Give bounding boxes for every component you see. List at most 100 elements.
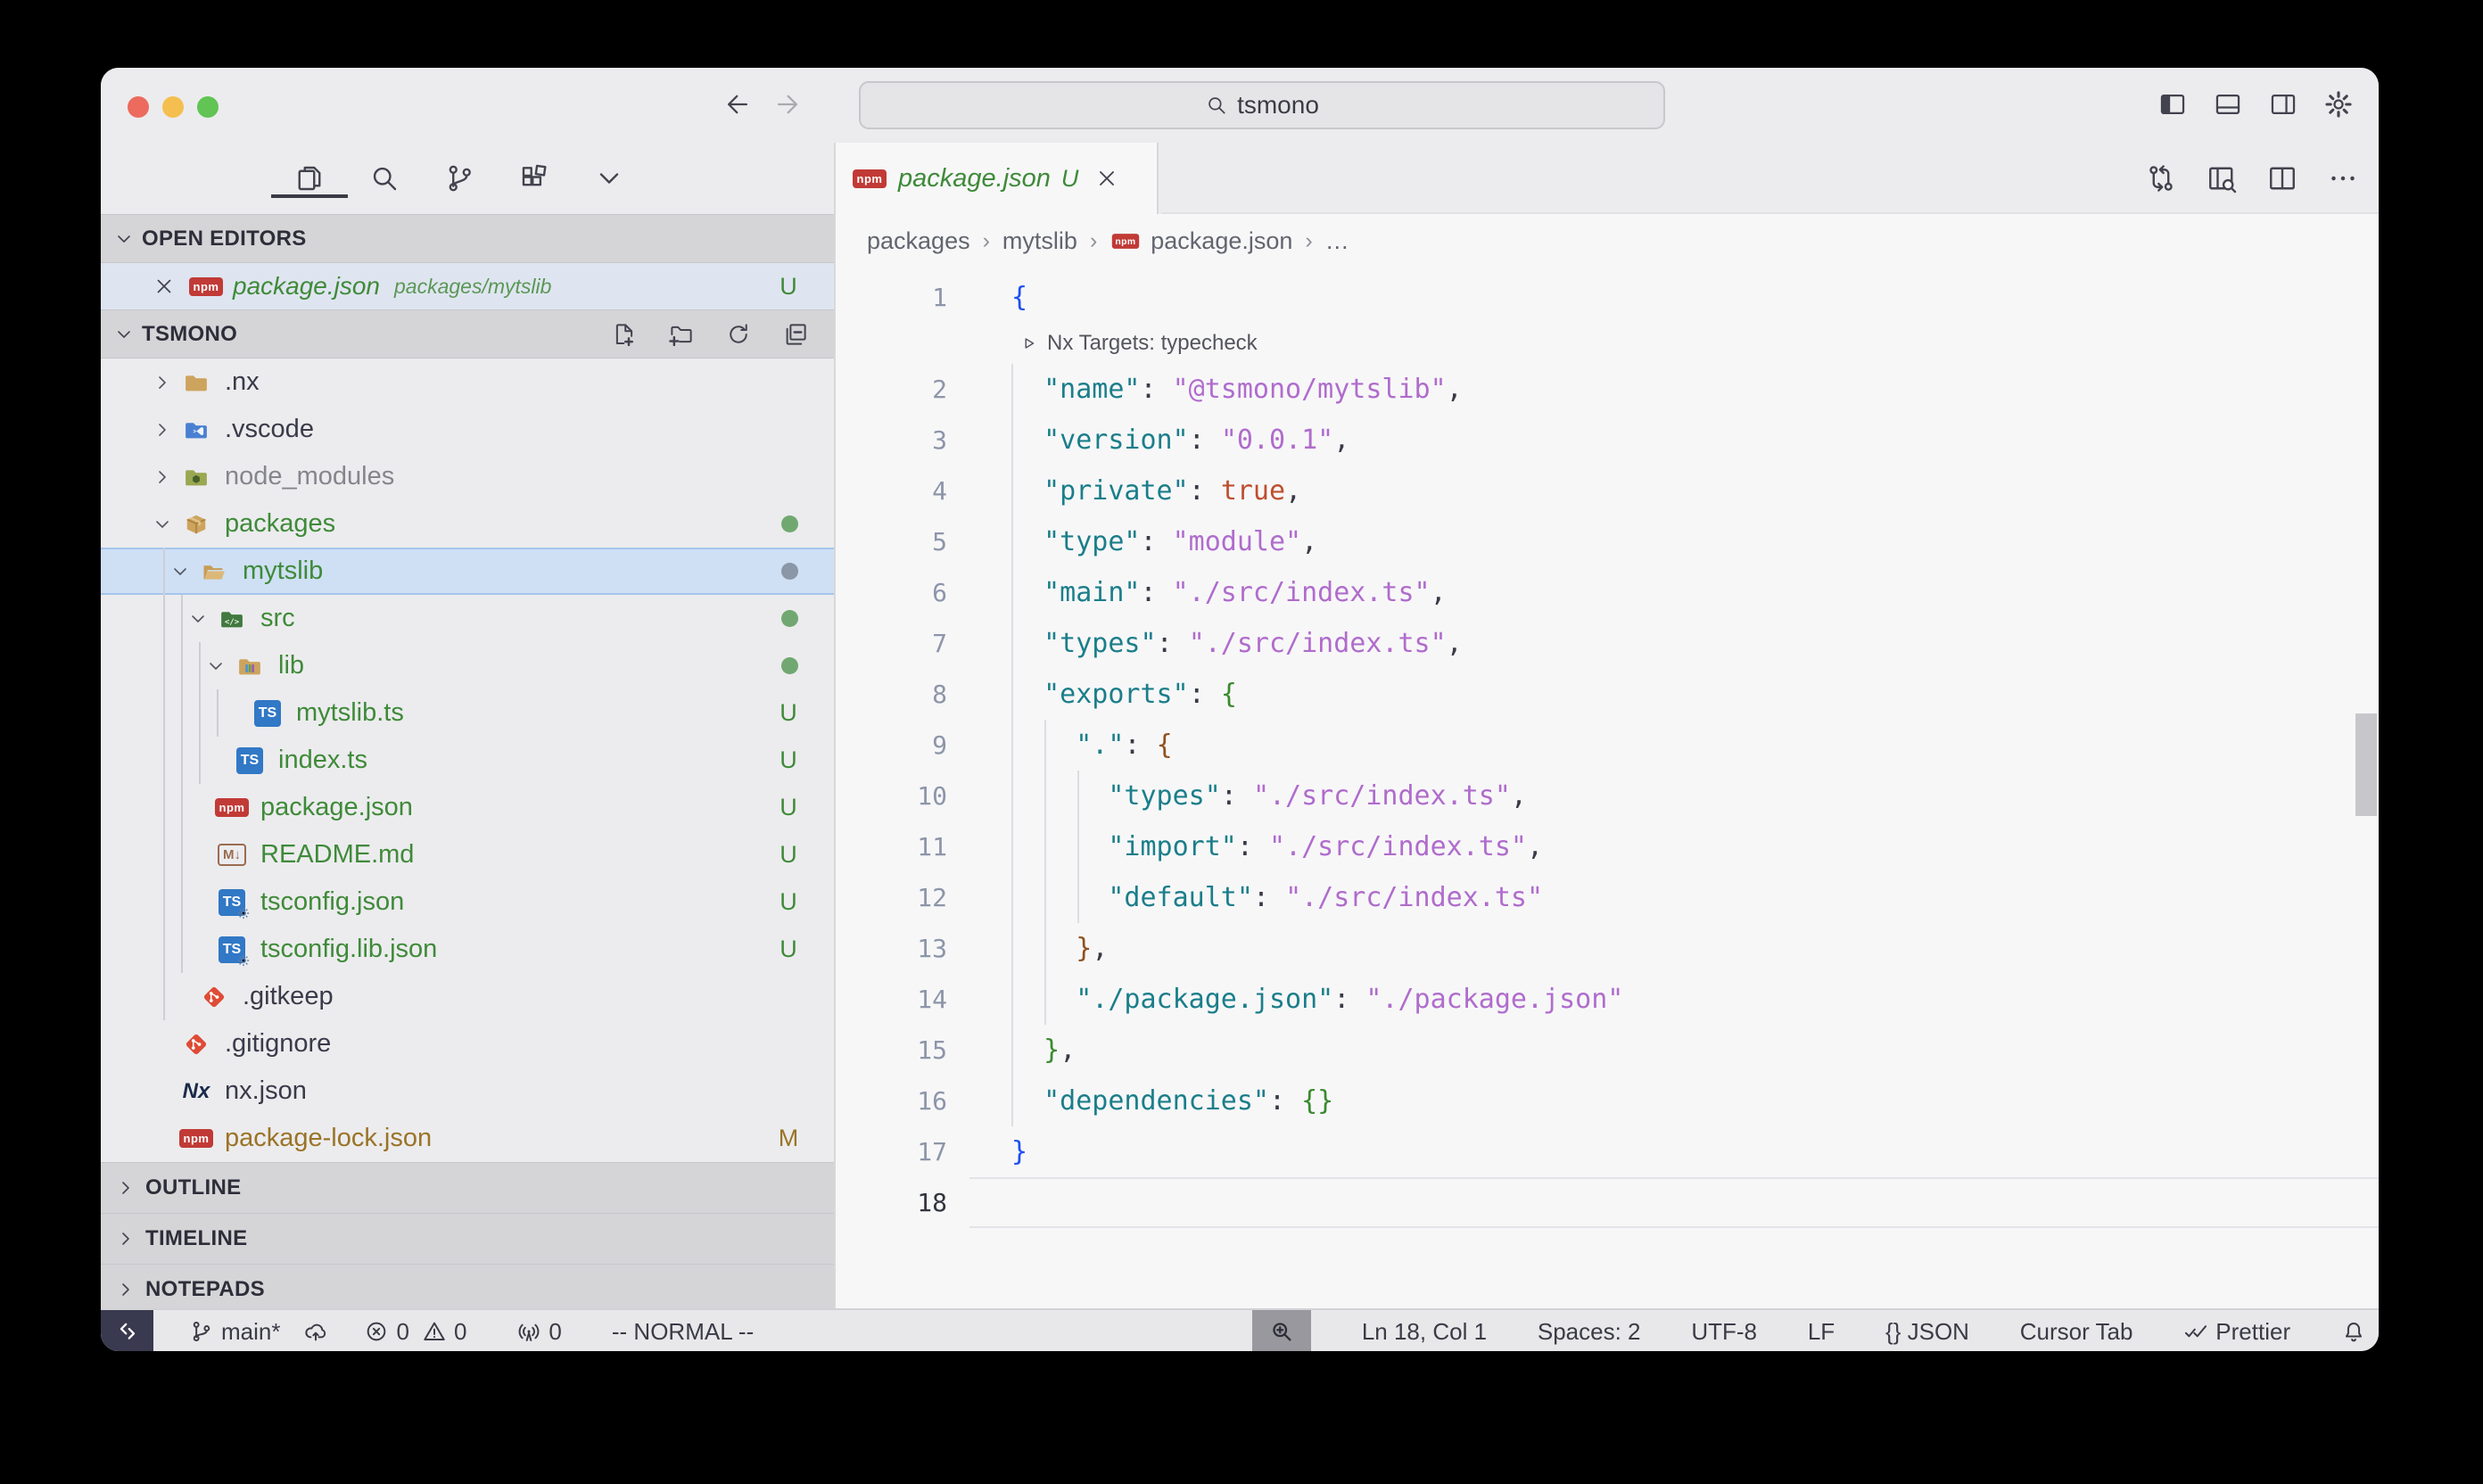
tree-item-src[interactable]: </>src	[101, 595, 834, 642]
breadcrumb-item[interactable]: mytslib	[1002, 227, 1077, 255]
minimize-window-button[interactable]	[162, 96, 184, 118]
tree-item-mytslib[interactable]: mytslib	[101, 548, 834, 595]
status-item-language-mode[interactable]: {} JSON	[1885, 1318, 1969, 1346]
compare-changes-icon[interactable]	[2145, 162, 2177, 194]
toggle-primary-sidebar-icon[interactable]	[2157, 89, 2188, 120]
workspace-title: TSMONO	[142, 322, 237, 347]
status-item-zoom-indicator[interactable]	[1252, 1310, 1311, 1351]
code-line-15[interactable]: 15 },	[836, 1025, 2379, 1076]
panel-outline[interactable]: OUTLINE	[101, 1162, 834, 1213]
activity-tab-explorer[interactable]	[292, 159, 327, 198]
tree-item-nx.json[interactable]: Nxnx.json	[101, 1068, 834, 1115]
tree-item-tsconfig.lib.json[interactable]: TStsconfig.lib.jsonU	[101, 926, 834, 973]
code-line-17[interactable]: 17}	[836, 1126, 2379, 1177]
status-warnings: 0	[454, 1318, 466, 1346]
editor-scrollbar[interactable]	[2355, 713, 2377, 816]
status-item-cursor-position[interactable]: Ln 18, Col 1	[1362, 1318, 1487, 1346]
status-item-warnings[interactable]: 0	[422, 1318, 466, 1346]
panel-notepads[interactable]: NOTEPADS	[101, 1264, 834, 1315]
tab-package-json[interactable]: npm package.json U	[836, 143, 1159, 214]
settings-gear-icon[interactable]	[2323, 89, 2354, 120]
new-folder-icon[interactable]	[668, 321, 695, 348]
title-bar: tsmono	[101, 68, 2379, 143]
code-line-8[interactable]: 8 "exports": {	[836, 669, 2379, 720]
tree-item-lib[interactable]: lib	[101, 642, 834, 689]
refresh-icon[interactable]	[725, 321, 752, 348]
tree-item-mytslib.ts[interactable]: TSmytslib.tsU	[101, 689, 834, 737]
activity-tab-more[interactable]	[591, 159, 627, 198]
activity-tab-source-control[interactable]	[441, 159, 477, 198]
tree-item-packages[interactable]: packages	[101, 500, 834, 548]
tree-item-node_modules[interactable]: node_modules	[101, 453, 834, 500]
close-tab-icon[interactable]	[1094, 166, 1119, 191]
status-item-formatter[interactable]: Prettier	[2183, 1318, 2290, 1346]
code-text: "types": "./src/index.ts",	[947, 628, 1463, 659]
status-item-cursor-tab[interactable]: Cursor Tab	[2020, 1318, 2133, 1346]
maximize-window-button[interactable]	[197, 96, 219, 118]
panel-timeline[interactable]: TIMELINE	[101, 1213, 834, 1264]
activity-tab-extensions[interactable]	[516, 159, 552, 198]
code-line-2[interactable]: 2 "name": "@tsmono/mytslib",	[836, 364, 2379, 415]
tree-item-.nx[interactable]: .nx	[101, 359, 834, 406]
status-item-eol[interactable]: LF	[1808, 1318, 1835, 1346]
status-item-encoding[interactable]: UTF-8	[1691, 1318, 1757, 1346]
tree-item-package-lock.json[interactable]: npmpackage-lock.jsonM	[101, 1115, 834, 1162]
status-item-errors[interactable]: 0	[364, 1318, 408, 1346]
code-line-13[interactable]: 13 },	[836, 923, 2379, 974]
editor-actions	[2145, 143, 2359, 214]
toggle-panel-icon[interactable]	[2213, 89, 2243, 120]
tree-item-README.md[interactable]: M↓README.mdU	[101, 831, 834, 878]
open-editors-header[interactable]: OPEN EDITORS	[101, 214, 834, 263]
tree-item-tsconfig.json[interactable]: TStsconfig.jsonU	[101, 878, 834, 926]
toggle-secondary-sidebar-icon[interactable]	[2268, 89, 2298, 120]
status-item-remote[interactable]	[101, 1310, 153, 1351]
code-line-6[interactable]: 6 "main": "./src/index.ts",	[836, 567, 2379, 618]
close-editor-icon[interactable]	[153, 275, 176, 298]
collapse-all-icon[interactable]	[782, 321, 809, 348]
status-item-indentation[interactable]: Spaces: 2	[1538, 1318, 1641, 1346]
chevron-down-icon	[187, 608, 209, 630]
code-line-10[interactable]: 10 "types": "./src/index.ts",	[836, 771, 2379, 821]
code-line-18[interactable]: 18	[836, 1177, 2379, 1228]
tree-item-.vscode[interactable]: .vscode	[101, 406, 834, 453]
explorer-section-header[interactable]: TSMONO	[101, 309, 834, 359]
code-line-16[interactable]: 16 "dependencies": {}	[836, 1076, 2379, 1126]
status-item-sync[interactable]	[303, 1319, 328, 1344]
code-line-11[interactable]: 11 "import": "./src/index.ts",	[836, 821, 2379, 872]
open-editor-item[interactable]: npm package.json packages/mytslib U	[101, 263, 834, 309]
breadcrumb-item[interactable]: …	[1325, 227, 1349, 255]
tree-item-index.ts[interactable]: TSindex.tsU	[101, 737, 834, 784]
code-line-1[interactable]: 1{	[836, 272, 2379, 323]
code-editor[interactable]: 1{Nx Targets: typecheck2 "name": "@tsmon…	[836, 268, 2379, 1308]
back-icon[interactable]	[722, 89, 753, 120]
open-preview-icon[interactable]	[2206, 162, 2238, 194]
codelens-nx-targets[interactable]: Nx Targets: typecheck	[836, 323, 2379, 364]
close-window-button[interactable]	[128, 96, 149, 118]
tree-item-.gitkeep[interactable]: .gitkeep	[101, 973, 834, 1020]
status-item-branch[interactable]: main*	[189, 1318, 280, 1346]
new-file-icon[interactable]	[611, 321, 638, 348]
status-item-vim-mode[interactable]: -- NORMAL --	[612, 1318, 754, 1346]
code-line-7[interactable]: 7 "types": "./src/index.ts",	[836, 618, 2379, 669]
code-line-9[interactable]: 9 ".": {	[836, 720, 2379, 771]
status-encoding: UTF-8	[1691, 1318, 1757, 1346]
code-text: "exports": {	[947, 679, 1237, 710]
code-line-12[interactable]: 12 "default": "./src/index.ts"	[836, 872, 2379, 923]
forward-icon[interactable]	[772, 89, 803, 120]
code-line-14[interactable]: 14 "./package.json": "./package.json"	[836, 974, 2379, 1025]
tree-item-package.json[interactable]: npmpackage.jsonU	[101, 784, 834, 831]
code-line-5[interactable]: 5 "type": "module",	[836, 516, 2379, 567]
breadcrumb-item[interactable]: packages	[867, 227, 970, 255]
activity-tab-search[interactable]	[367, 159, 402, 198]
status-item-ports[interactable]: 0	[516, 1318, 561, 1346]
status-item-notifications[interactable]	[2341, 1319, 2366, 1344]
breadcrumb-item[interactable]: npmpackage.json	[1110, 227, 1292, 255]
code-line-3[interactable]: 3 "version": "0.0.1",	[836, 415, 2379, 466]
code-line-4[interactable]: 4 "private": true,	[836, 466, 2379, 516]
tree-item-.gitignore[interactable]: .gitignore	[101, 1020, 834, 1068]
split-editor-icon[interactable]	[2266, 162, 2298, 194]
code-text: "import": "./src/index.ts",	[947, 831, 1543, 862]
chevron-right-icon	[115, 1177, 136, 1199]
command-center-search[interactable]: tsmono	[859, 81, 1665, 129]
more-actions-icon[interactable]	[2327, 162, 2359, 194]
